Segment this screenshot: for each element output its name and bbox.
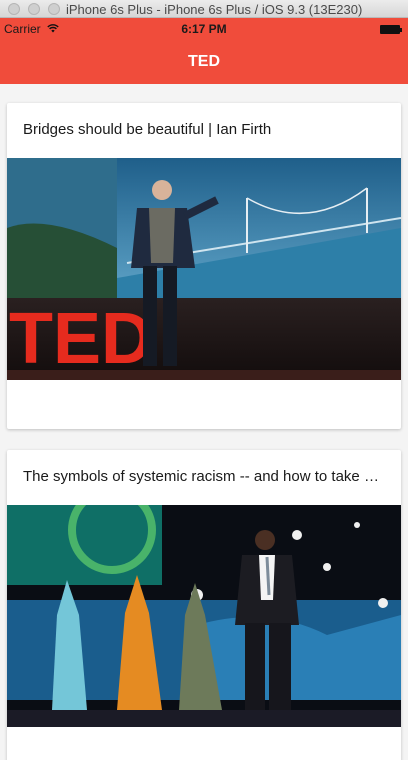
close-window-button[interactable] [8,3,20,15]
nav-title: TED [188,53,220,70]
battery-icon [380,25,402,34]
zoom-window-button[interactable] [48,3,60,15]
talk-title: Bridges should be beautiful | Ian Firth [23,121,272,138]
talk-card[interactable]: The symbols of systemic racism -- and ho… [7,450,401,760]
status-time: 6:17 PM [181,22,227,36]
talk-title: The symbols of systemic racism -- and ho… [23,468,385,485]
app-header: Carrier 6:17 PM TED [0,18,408,84]
status-bar: Carrier 6:17 PM [0,18,408,40]
simulator-titlebar: iPhone 6s Plus - iPhone 6s Plus / iOS 9.… [0,0,408,18]
svg-text:TED: TED [9,299,153,379]
talk-card[interactable]: Bridges should be beautiful | Ian Firth [7,103,401,429]
minimize-window-button[interactable] [28,3,40,15]
talk-list[interactable]: Bridges should be beautiful | Ian Firth [0,84,408,760]
window-title: iPhone 6s Plus - iPhone 6s Plus / iOS 9.… [66,2,363,17]
talk-thumbnail-icon[interactable] [7,505,401,727]
talk-thumbnail-icon[interactable]: TED [7,158,401,380]
